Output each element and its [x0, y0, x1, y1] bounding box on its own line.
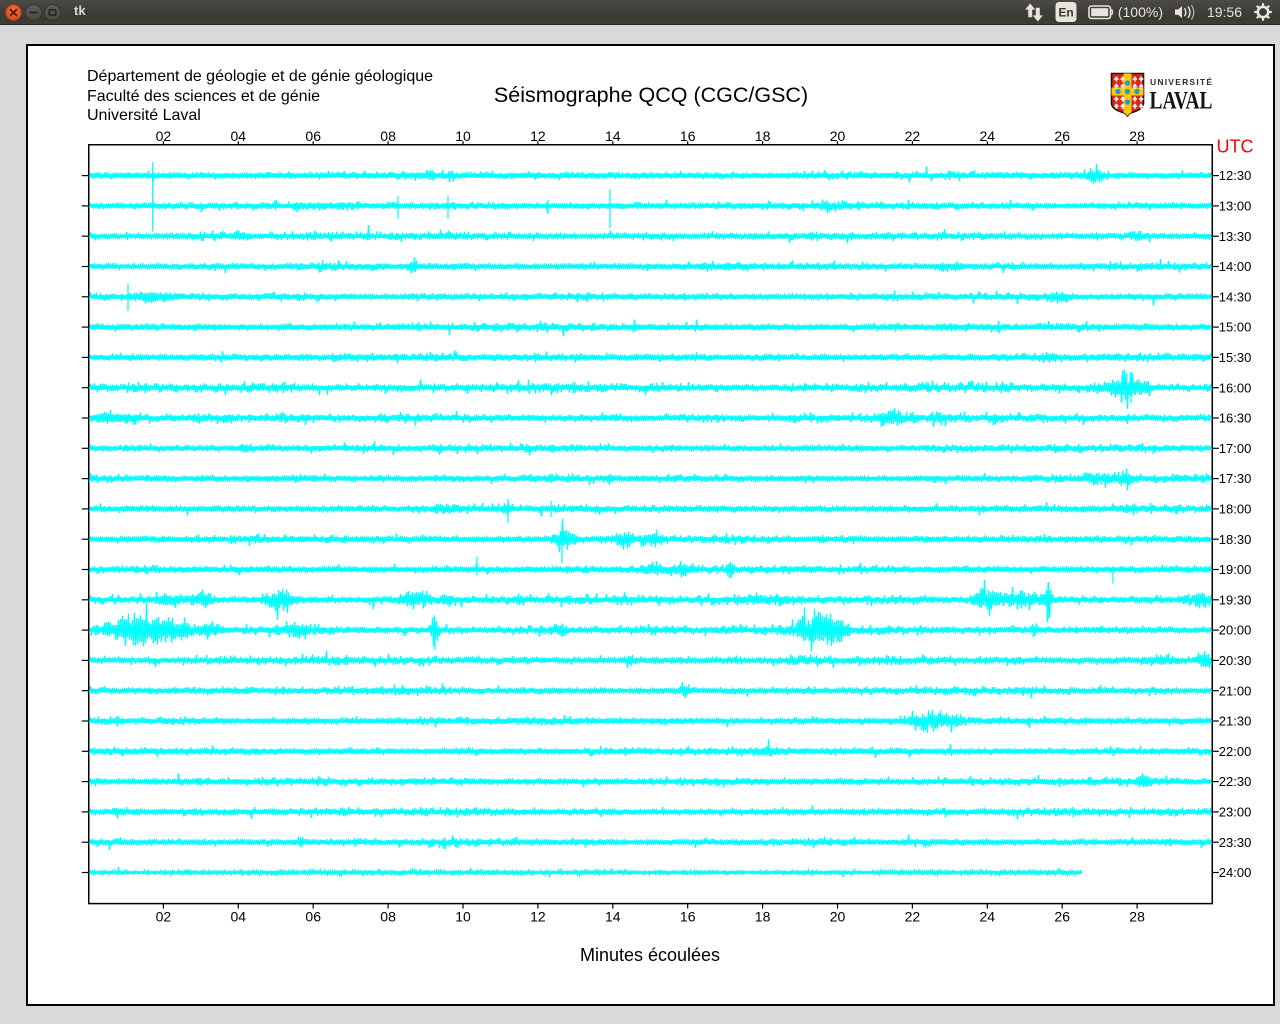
svg-text:15:30: 15:30	[1219, 350, 1252, 365]
svg-text:08: 08	[380, 909, 396, 925]
svg-text:26: 26	[1054, 909, 1070, 925]
svg-text:02: 02	[156, 909, 172, 925]
svg-text:02: 02	[156, 128, 172, 144]
svg-text:14:00: 14:00	[1219, 259, 1252, 274]
svg-text:22:00: 22:00	[1219, 744, 1252, 759]
svg-text:13:30: 13:30	[1219, 229, 1252, 244]
svg-text:24: 24	[980, 128, 996, 144]
svg-text:22: 22	[905, 909, 921, 925]
svg-text:16: 16	[680, 128, 696, 144]
svg-text:Minutes écoulées: Minutes écoulées	[580, 945, 720, 965]
svg-text:26: 26	[1054, 128, 1070, 144]
svg-text:UTC: UTC	[1217, 136, 1254, 156]
svg-text:23:30: 23:30	[1219, 835, 1252, 850]
svg-text:20:00: 20:00	[1219, 623, 1252, 638]
svg-text:16:30: 16:30	[1219, 411, 1252, 426]
svg-text:17:00: 17:00	[1219, 441, 1252, 456]
svg-text:12:30: 12:30	[1219, 168, 1252, 183]
svg-text:24:00: 24:00	[1219, 865, 1252, 880]
svg-text:22:30: 22:30	[1219, 774, 1252, 789]
svg-text:23:00: 23:00	[1219, 805, 1252, 820]
svg-text:28: 28	[1129, 909, 1145, 925]
svg-text:28: 28	[1129, 128, 1145, 144]
svg-text:21:30: 21:30	[1219, 714, 1252, 729]
svg-text:10: 10	[455, 128, 471, 144]
svg-text:18:30: 18:30	[1219, 532, 1252, 547]
svg-text:04: 04	[231, 909, 247, 925]
svg-text:20: 20	[830, 128, 846, 144]
svg-text:16: 16	[680, 909, 696, 925]
svg-text:12: 12	[530, 909, 546, 925]
svg-text:19:30: 19:30	[1219, 592, 1252, 607]
svg-text:12: 12	[530, 128, 546, 144]
svg-text:18: 18	[755, 128, 771, 144]
svg-text:20: 20	[830, 909, 846, 925]
svg-text:14: 14	[605, 909, 621, 925]
svg-text:06: 06	[305, 128, 321, 144]
svg-text:24: 24	[980, 909, 996, 925]
svg-text:14: 14	[605, 128, 621, 144]
svg-text:20:30: 20:30	[1219, 653, 1252, 668]
svg-text:06: 06	[305, 909, 321, 925]
svg-text:14:30: 14:30	[1219, 289, 1252, 304]
svg-text:18: 18	[755, 909, 771, 925]
svg-text:08: 08	[380, 128, 396, 144]
svg-text:15:00: 15:00	[1219, 320, 1252, 335]
svg-text:04: 04	[231, 128, 247, 144]
svg-text:13:00: 13:00	[1219, 199, 1252, 214]
svg-text:21:00: 21:00	[1219, 683, 1252, 698]
svg-text:16:00: 16:00	[1219, 380, 1252, 395]
svg-text:18:00: 18:00	[1219, 502, 1252, 517]
svg-text:19:00: 19:00	[1219, 562, 1252, 577]
svg-text:10: 10	[455, 909, 471, 925]
svg-text:22: 22	[905, 128, 921, 144]
svg-text:17:30: 17:30	[1219, 471, 1252, 486]
